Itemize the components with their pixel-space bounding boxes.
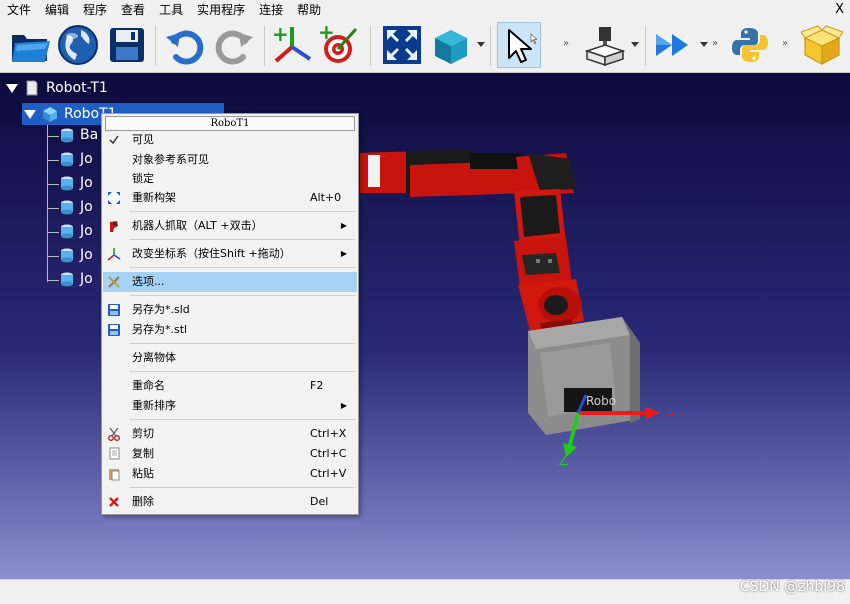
tree-item-joint[interactable]: Jo — [60, 247, 93, 263]
add-frame-icon[interactable]: + — [270, 22, 314, 68]
cylinder-icon — [61, 272, 73, 287]
toolbar-overflow-3[interactable]: » — [782, 38, 788, 49]
tree-item-label: Jo — [80, 175, 93, 191]
tree-item-joint[interactable]: Jo — [60, 223, 93, 239]
menu-item-visible[interactable]: 可见 — [103, 130, 357, 150]
select-pointer-icon[interactable] — [497, 22, 541, 68]
menu-view[interactable]: 查看 — [114, 0, 152, 20]
cylinder-icon — [61, 224, 73, 239]
cylinder-icon — [61, 248, 73, 263]
tree-item-label: Jo — [80, 199, 93, 215]
delete-icon — [109, 497, 119, 507]
expand-triangle-icon[interactable] — [24, 109, 36, 119]
menu-tools[interactable]: 工具 — [152, 0, 190, 20]
menu-item-reorder[interactable]: 重新排序 ▶ — [103, 396, 357, 416]
python-icon[interactable] — [728, 22, 772, 68]
redo-icon[interactable] — [212, 22, 256, 68]
menu-item-paste[interactable]: 粘贴 Ctrl+V — [103, 464, 357, 484]
toolbar-overflow-1[interactable]: » — [563, 38, 569, 49]
menu-item-robot-grab[interactable]: 机器人抓取（ALT +双击） ▶ — [103, 216, 357, 236]
tools-icon — [108, 276, 120, 288]
run-program-icon[interactable] — [652, 22, 696, 68]
tree-root-label: Robot-T1 — [46, 80, 108, 96]
cylinder-icon — [61, 176, 73, 191]
tree-item-label: Ba — [80, 127, 99, 143]
globe-icon[interactable] — [56, 22, 100, 68]
cylinder-icon — [61, 128, 73, 143]
context-menu: RoboT1 可见 对象参考系可见 锁定 重新构架 Alt+0 机器人抓取（AL… — [101, 113, 359, 515]
menu-item-detach[interactable]: 分离物体 — [103, 348, 357, 368]
tree-item-label: Jo — [80, 271, 93, 287]
svg-text:+: + — [272, 23, 289, 46]
robot-label: Robo — [586, 394, 616, 408]
view-cube-icon[interactable] — [428, 22, 472, 68]
tree-item-label: Jo — [80, 223, 93, 239]
menu-file[interactable]: 文件 — [0, 0, 38, 20]
menu-item-cut[interactable]: 剪切 Ctrl+X — [103, 424, 357, 444]
coordinate-axes-icon — [107, 248, 121, 261]
svg-text:+: + — [318, 23, 335, 44]
robot-grab-icon — [110, 221, 118, 232]
tree-item-base[interactable]: Ba — [60, 127, 98, 143]
close-button[interactable]: X — [835, 0, 844, 20]
expand-triangle-icon[interactable] — [6, 83, 18, 93]
menu-item-copy[interactable]: 复制 Ctrl+C — [103, 444, 357, 464]
menu-item-rename[interactable]: 重命名 F2 — [103, 376, 357, 396]
menu-item-frame-visible[interactable]: 对象参考系可见 — [103, 150, 357, 170]
status-bar — [0, 579, 850, 604]
cylinder-icon — [61, 200, 73, 215]
svg-text:∠: ∠ — [558, 454, 569, 468]
machining-icon[interactable] — [583, 22, 627, 68]
tree-item-joint[interactable]: Jo — [60, 199, 93, 215]
watermark: CSDN @zhbi98 — [739, 579, 845, 595]
package-icon[interactable] — [800, 22, 844, 68]
menu-item-change-frame[interactable]: 改变坐标系（按住Shift +拖动） ▶ — [103, 244, 357, 264]
menu-utilities[interactable]: 实用程序 — [190, 0, 252, 20]
menu-bar: 文件 编辑 程序 查看 工具 实用程序 连接 帮助 X — [0, 0, 850, 20]
menu-item-save-stl[interactable]: 另存为*.stl — [103, 320, 357, 340]
tree-item-joint[interactable]: Jo — [60, 175, 93, 191]
save-icon — [108, 324, 120, 336]
scissors-icon — [108, 427, 120, 441]
menu-item-refit[interactable]: 重新构架 Alt+0 — [103, 188, 357, 208]
menu-item-lock[interactable]: 锁定 — [103, 169, 357, 189]
copy-icon — [109, 447, 120, 460]
save-icon[interactable] — [105, 22, 149, 68]
tree-item-joint[interactable]: Jo — [60, 151, 93, 167]
menu-item-options[interactable]: 选项... — [103, 272, 357, 292]
fit-all-icon — [108, 192, 120, 204]
undo-icon[interactable] — [163, 22, 207, 68]
robot-item-icon — [43, 107, 57, 122]
tree-item-joint[interactable]: Jo — [60, 271, 93, 287]
cylinder-icon — [61, 152, 73, 167]
menu-help[interactable]: 帮助 — [290, 0, 328, 20]
context-menu-title: RoboT1 — [105, 116, 355, 131]
tree-root-station[interactable]: Robot-T1 — [6, 79, 108, 97]
paste-icon — [109, 469, 120, 481]
save-icon — [108, 304, 120, 316]
open-folder-icon[interactable] — [8, 22, 52, 68]
fit-all-icon[interactable] — [380, 22, 424, 68]
svg-text:∼: ∼ — [666, 407, 676, 421]
menu-item-delete[interactable]: 删除 Del — [103, 492, 357, 512]
tree-item-label: Jo — [80, 151, 93, 167]
menu-connect[interactable]: 连接 — [252, 0, 290, 20]
tree-item-label: Jo — [80, 247, 93, 263]
menu-edit[interactable]: 编辑 — [38, 0, 76, 20]
toolbar-overflow-2[interactable]: » — [712, 38, 718, 49]
add-target-icon[interactable]: + — [318, 22, 362, 68]
menu-program[interactable]: 程序 — [76, 0, 114, 20]
station-icon — [26, 80, 38, 96]
check-icon — [109, 135, 119, 145]
toolbar: + + » » » — [0, 20, 850, 73]
menu-item-save-sld[interactable]: 另存为*.sld — [103, 300, 357, 320]
